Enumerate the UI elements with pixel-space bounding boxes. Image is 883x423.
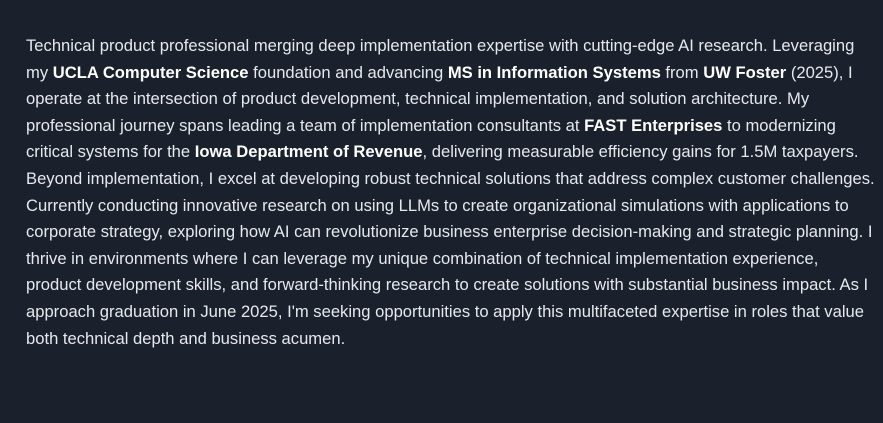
- degree-name: MS in Information Systems: [447, 62, 661, 82]
- bio-paragraph: Technical product professional merging d…: [26, 33, 875, 352]
- bio-text: from: [660, 62, 704, 82]
- bio-text: , delivering measurable efficiency gains…: [26, 142, 875, 348]
- employer-name: FAST Enterprises: [584, 115, 723, 135]
- graduate-school-name: UW Foster: [703, 62, 787, 82]
- bio-section: Technical product professional merging d…: [0, 0, 883, 423]
- school-name: UCLA Computer Science: [52, 62, 249, 82]
- client-name: Iowa Department of Revenue: [194, 142, 423, 162]
- bio-text: foundation and advancing: [248, 62, 448, 82]
